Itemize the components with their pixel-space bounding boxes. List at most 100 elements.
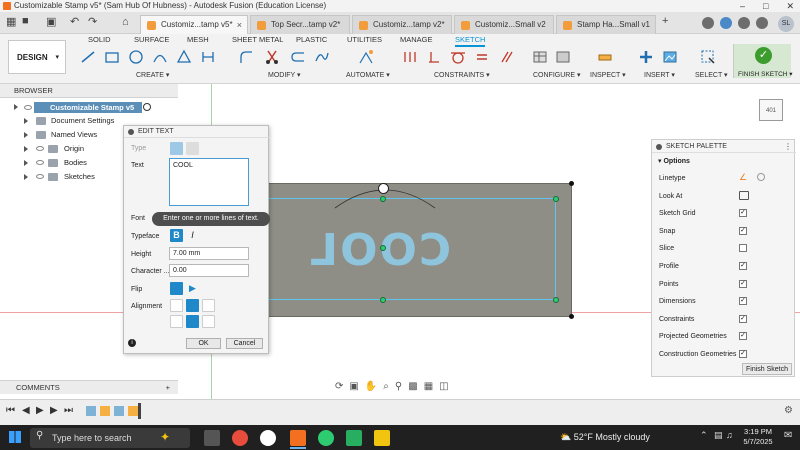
slice-checkbox[interactable] [739, 244, 747, 252]
tab-top-secret-stamp-v2[interactable]: Top Secr...tamp v2* [250, 15, 350, 34]
look-at-icon[interactable] [739, 191, 749, 200]
notification-bell-icon[interactable]: ✉ [784, 430, 792, 441]
tab-manage[interactable]: MANAGE [400, 35, 433, 44]
data-panel-icon[interactable] [702, 17, 714, 29]
cancel-button[interactable]: Cancel [226, 338, 263, 349]
height-input[interactable]: 7.00 mm [169, 247, 249, 260]
mirror-tool-icon[interactable] [200, 49, 216, 65]
configure-group-label[interactable]: CONFIGURE ▾ [533, 71, 580, 79]
help-icon[interactable] [756, 17, 768, 29]
timeline-extrude-feature-icon[interactable] [128, 406, 138, 416]
collapse-icon[interactable] [656, 144, 662, 150]
tab-stamp-handle-small-v1[interactable]: Stamp Ha...Small v1 [556, 15, 656, 34]
expand-arrow-icon[interactable] [24, 118, 28, 124]
centerline-linetype-icon[interactable] [757, 173, 765, 181]
expand-arrow-icon[interactable] [24, 146, 28, 152]
timeline-marker[interactable] [138, 403, 141, 419]
coincident-constraint-icon[interactable] [402, 49, 418, 65]
copilot-sparkle-icon[interactable]: ✦ [160, 430, 170, 444]
obs-icon[interactable] [260, 430, 276, 446]
expand-arrow-icon[interactable] [24, 174, 28, 180]
sketch-grid-checkbox[interactable]: ✓ [739, 209, 747, 217]
visibility-eye-icon[interactable] [24, 105, 32, 110]
info-icon[interactable]: i [128, 339, 136, 347]
italic-button[interactable]: I [186, 229, 199, 242]
file-menu-icon[interactable]: ■ [22, 15, 29, 27]
undo-icon[interactable]: ↶ [70, 15, 79, 28]
chrome-icon[interactable] [232, 430, 248, 446]
grid-settings-icon[interactable]: ▦ [424, 381, 433, 395]
xbox-icon[interactable] [318, 430, 334, 446]
close-tab-icon[interactable]: × [237, 16, 242, 34]
points-checkbox[interactable]: ✓ [739, 280, 747, 288]
palette-finish-sketch-button[interactable]: Finish Sketch [742, 363, 792, 375]
finish-sketch-button[interactable]: ✓ FINISH SKETCH ▾ [733, 44, 793, 78]
timeline-first-icon[interactable]: ⏮ [6, 405, 15, 416]
fit-icon[interactable]: ⚲ [395, 381, 402, 395]
configure-rules-icon[interactable] [555, 49, 571, 65]
expand-arrow-icon[interactable] [14, 104, 18, 110]
automate-dimension-icon[interactable] [358, 49, 374, 65]
comments-panel-header[interactable]: COMMENTS + [0, 380, 178, 394]
add-comment-icon[interactable]: + [166, 381, 170, 395]
align-left-icon[interactable] [170, 299, 183, 312]
text-input[interactable]: COOL [169, 158, 249, 206]
line-tool-icon[interactable] [80, 49, 96, 65]
visibility-eye-icon[interactable] [36, 160, 44, 165]
expand-arrow-icon[interactable] [24, 132, 28, 138]
measure-ruler-icon[interactable] [597, 49, 613, 65]
look-at-nav-icon[interactable]: ▣ [349, 381, 358, 395]
select-box-icon[interactable] [700, 49, 716, 65]
close-button[interactable]: ✕ [786, 0, 794, 12]
equal-constraint-icon[interactable] [474, 49, 490, 65]
align-right-icon[interactable] [202, 299, 215, 312]
zoom-icon[interactable]: ⌕ [383, 381, 389, 395]
network-icon[interactable]: ▤ [714, 430, 723, 441]
create-group-label[interactable]: CREATE ▾ [136, 71, 169, 79]
viewports-icon[interactable]: ◫ [439, 381, 448, 395]
parallel-constraint-icon[interactable] [498, 49, 514, 65]
inspect-group-label[interactable]: INSPECT ▾ [590, 71, 626, 79]
grid-menu-icon[interactable]: ▦ [6, 15, 16, 28]
display-settings-icon[interactable]: ▩ [408, 381, 417, 395]
timeline-next-icon[interactable]: ▶ [50, 405, 58, 416]
timeline-play-icon[interactable]: ▶ [36, 405, 44, 416]
user-avatar[interactable]: SL [778, 16, 794, 32]
trim-scissors-icon[interactable] [264, 49, 280, 65]
text-bottom-handle[interactable] [380, 297, 386, 303]
text-type-icon[interactable] [170, 142, 183, 155]
browser-item-origin[interactable]: Origin [64, 143, 84, 155]
flip-horizontal-button[interactable] [170, 282, 183, 295]
arc-tool-icon[interactable] [152, 49, 168, 65]
tab-utilities[interactable]: UTILITIES [347, 35, 382, 44]
rectangle-tool-icon[interactable] [104, 49, 120, 65]
profile-checkbox[interactable]: ✓ [739, 262, 747, 270]
projected-geometries-checkbox[interactable]: ✓ [739, 332, 747, 340]
snap-checkbox[interactable]: ✓ [739, 227, 747, 235]
text-midpoint-handle[interactable] [380, 245, 386, 251]
visibility-eye-icon[interactable] [36, 146, 44, 151]
minecraft-icon[interactable] [346, 430, 362, 446]
timeline-extrude-feature-icon[interactable] [100, 406, 110, 416]
fillet-tool-icon[interactable] [238, 49, 254, 65]
select-group-label[interactable]: SELECT ▾ [695, 71, 728, 79]
insert-derive-icon[interactable] [638, 49, 654, 65]
construction-geometries-checkbox[interactable]: ✓ [739, 350, 747, 358]
timeline-settings-gear-icon[interactable]: ⚙ [784, 405, 793, 416]
timeline-sketch-feature-icon[interactable] [86, 406, 96, 416]
character-spacing-input[interactable]: 0.00 [169, 264, 249, 277]
text-corner-handle[interactable] [553, 196, 559, 202]
view-cube[interactable]: 401 [759, 99, 783, 121]
browser-item-named-views[interactable]: Named Views [51, 129, 97, 141]
browser-root-component[interactable]: Customizable Stamp v5 [34, 102, 142, 113]
timeline-last-icon[interactable]: ⏭ [64, 405, 73, 416]
automate-group-label[interactable]: AUTOMATE ▾ [346, 71, 390, 79]
tab-customizable-small-v2[interactable]: Customiz...Small v2 [454, 15, 554, 34]
text-on-path-icon[interactable] [186, 142, 199, 155]
visibility-eye-icon[interactable] [36, 174, 44, 179]
palette-section-options[interactable]: ▾ Options [658, 157, 690, 165]
tangent-constraint-icon[interactable] [450, 49, 466, 65]
system-tray-chevron-icon[interactable]: ⌃ [700, 430, 708, 441]
constraints-checkbox[interactable]: ✓ [739, 315, 747, 323]
tab-solid[interactable]: SOLID [88, 35, 111, 44]
